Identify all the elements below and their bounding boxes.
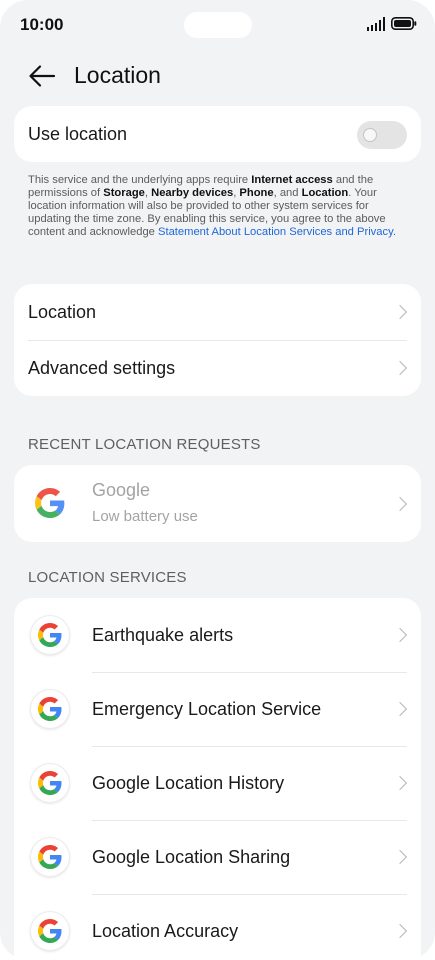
location-row-label: Location	[28, 301, 97, 322]
use-location-label: Use location	[28, 123, 128, 144]
status-bar: 10:00	[0, 0, 435, 50]
desc-text: .	[392, 226, 396, 238]
chevron-right-icon	[392, 304, 408, 320]
advanced-settings-label: Advanced settings	[28, 357, 176, 378]
signal-icon	[367, 17, 385, 31]
privacy-statement-link[interactable]: Statement About Location Services and Pr…	[158, 226, 393, 238]
google-icon	[31, 616, 69, 654]
google-icon	[31, 690, 69, 728]
location-services-header: LOCATION SERVICES	[28, 569, 187, 586]
service-item-location-history[interactable]: Google Location History	[14, 746, 421, 820]
desc-text: This service and the underlying apps req…	[28, 174, 252, 186]
page-title: Location	[74, 62, 161, 88]
location-row[interactable]: Location	[14, 284, 421, 340]
use-location-card[interactable]: Use location	[14, 106, 421, 162]
status-time: 10:00	[20, 15, 64, 34]
chevron-right-icon	[392, 849, 408, 865]
app-bar: Location	[0, 50, 435, 106]
service-item-emergency-location[interactable]: Emergency Location Service	[14, 672, 421, 746]
chevron-right-icon	[392, 701, 408, 717]
recent-app-name: Google	[92, 480, 151, 500]
location-services-card: Earthquake alerts Emergency Location Ser…	[14, 598, 421, 960]
desc-bold-location: Location	[301, 187, 349, 199]
google-icon	[31, 764, 69, 802]
desc-bold-storage: Storage	[103, 187, 145, 199]
service-label: Google Location History	[92, 773, 285, 793]
service-label: Location Accuracy	[92, 921, 239, 941]
recent-requests-header: RECENT LOCATION REQUESTS	[28, 436, 261, 453]
service-item-earthquake-alerts[interactable]: Earthquake alerts	[14, 598, 421, 672]
location-settings-card: Location Advanced settings	[14, 284, 421, 396]
service-label: Google Location Sharing	[92, 847, 291, 867]
chevron-right-icon	[392, 496, 408, 511]
recent-request-item[interactable]: Google Low battery use	[14, 465, 421, 542]
location-description: This service and the underlying apps req…	[28, 174, 413, 239]
screen: 10:00 Location Use location This service	[0, 0, 435, 960]
google-icon	[31, 912, 69, 950]
back-arrow-icon[interactable]	[28, 64, 56, 88]
settings-list[interactable]: Use location This service and the underl…	[0, 106, 435, 960]
service-label: Earthquake alerts	[92, 625, 234, 645]
service-item-location-accuracy[interactable]: Location Accuracy	[14, 894, 421, 960]
battery-icon	[391, 17, 417, 30]
toggle-knob	[363, 128, 377, 142]
service-label: Emergency Location Service	[92, 699, 322, 719]
advanced-settings-row[interactable]: Advanced settings	[14, 340, 421, 396]
desc-bold-nearby: Nearby devices	[151, 187, 234, 199]
service-item-location-sharing[interactable]: Google Location Sharing	[14, 820, 421, 894]
chevron-right-icon	[392, 775, 408, 791]
use-location-toggle[interactable]	[357, 121, 407, 149]
chevron-right-icon	[392, 627, 408, 643]
google-icon	[31, 838, 69, 876]
desc-bold-phone: Phone	[239, 187, 274, 199]
chevron-right-icon	[392, 360, 408, 376]
recent-app-usage: Low battery use	[92, 508, 198, 525]
desc-text: , and	[273, 187, 302, 199]
chevron-right-icon	[392, 923, 408, 939]
google-icon	[31, 484, 69, 522]
camera-pill	[184, 12, 252, 38]
desc-bold-internet: Internet access	[251, 174, 333, 186]
